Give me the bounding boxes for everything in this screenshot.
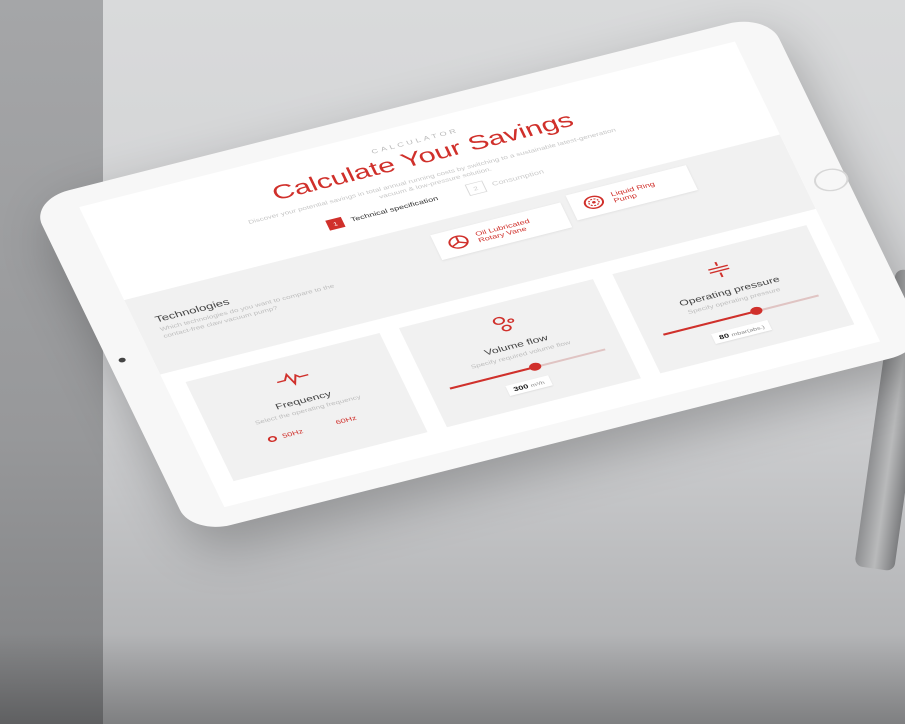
technology-option-label: Liquid Ring Pump [609,180,657,204]
rotary-vane-icon [448,235,469,249]
camera-icon [117,357,127,364]
slider-thumb[interactable] [748,305,764,317]
step-number: 2 [464,180,488,197]
slider-thumb[interactable] [527,361,543,372]
frequency-option-60hz[interactable]: 60Hz [334,414,357,425]
frequency-option-50hz[interactable]: 50Hz [266,428,304,443]
step-number: 1 [325,216,346,231]
home-button[interactable] [809,165,853,195]
calculator-screen: CALCULATOR Calculate Your Savings Discov… [79,41,881,508]
background-left-strip [0,0,103,724]
background-bottom-shade [0,634,905,724]
operating-pressure-value[interactable]: 80 mbar(abs.) [711,319,773,345]
tablet-device: CALCULATOR Calculate Your Savings Discov… [30,13,905,535]
volume-flow-value[interactable]: 300 m³/h [505,375,553,396]
radio-selected-icon [266,434,279,443]
step-label: Consumption [490,168,546,188]
liquid-ring-icon [583,195,605,209]
